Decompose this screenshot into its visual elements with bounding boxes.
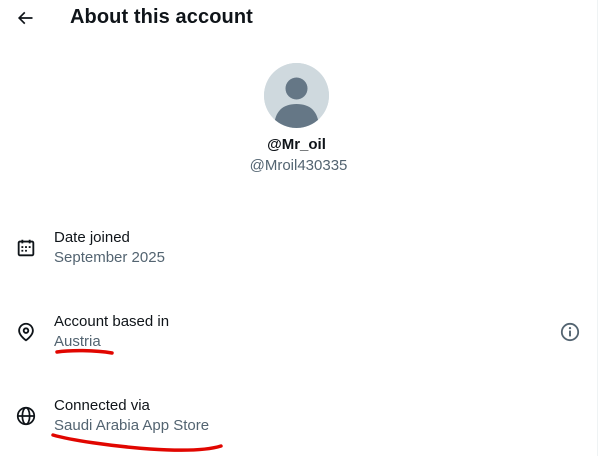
column-divider bbox=[597, 0, 598, 456]
account-based-in-value: Austria bbox=[54, 333, 101, 350]
connected-via-label: Connected via bbox=[54, 397, 150, 414]
info-row-connected-via: Connected via Saudi Arabia App Store bbox=[0, 396, 597, 456]
info-row-account-based-in: Account based in Austria bbox=[0, 312, 597, 372]
default-avatar-icon bbox=[264, 63, 329, 128]
about-account-page: About this account @Mr_oil @Mroil430335 … bbox=[0, 0, 597, 456]
display-name: @Mr_oil bbox=[0, 135, 597, 155]
avatar[interactable] bbox=[264, 63, 329, 128]
location-pin-icon bbox=[15, 321, 37, 343]
user-handle: @Mroil430335 bbox=[249, 157, 348, 174]
calendar-icon bbox=[15, 237, 37, 259]
display-name-text: @Mr_oil bbox=[267, 136, 326, 153]
page-title: About this account bbox=[70, 6, 253, 28]
info-icon[interactable] bbox=[558, 320, 582, 344]
date-joined-label: Date joined bbox=[54, 229, 130, 246]
arrow-left-icon bbox=[15, 8, 35, 28]
info-row-date-joined: Date joined September 2025 bbox=[0, 228, 597, 288]
back-button[interactable] bbox=[8, 1, 42, 35]
connected-via-value: Saudi Arabia App Store bbox=[54, 417, 210, 434]
globe-icon bbox=[15, 405, 37, 427]
date-joined-value: September 2025 bbox=[54, 249, 165, 266]
account-based-in-label: Account based in bbox=[54, 313, 170, 330]
